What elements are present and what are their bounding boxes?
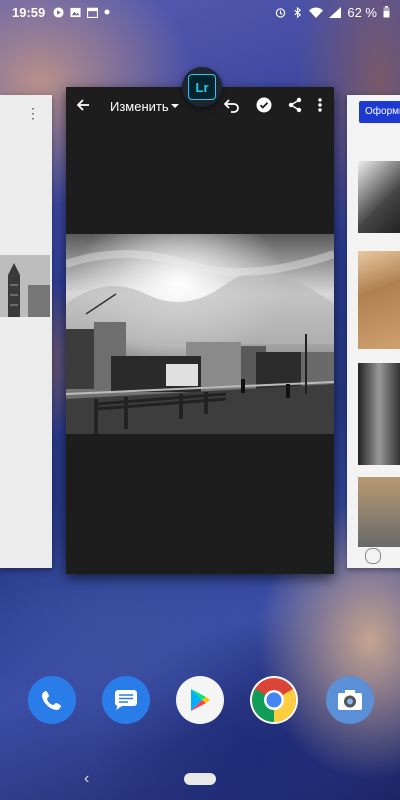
messages-app-icon[interactable] [102,676,150,724]
undo-icon[interactable] [224,97,240,113]
phone-handset-icon [42,691,61,710]
lightroom-app-icon[interactable]: Lr [182,67,222,107]
alarm-icon [276,7,286,18]
chrome-logo-icon [252,678,296,722]
signal-icon [329,6,342,18]
battery-percent: 62 % [347,4,377,20]
overflow-menu-icon[interactable]: ⋮ [26,105,40,122]
edited-photo [66,234,334,434]
bluetooth-icon [294,6,302,18]
recent-card-left[interactable]: ⋮ [0,95,52,568]
wifi-icon [309,7,324,18]
media-icon [53,6,64,18]
battery-icon [383,6,390,18]
status-bar: 19:59 62 % [0,0,400,24]
thumbnail-image [358,251,400,349]
thumbnail-image [358,161,400,233]
chat-bubble-icon [115,690,137,710]
chrome-app-icon[interactable] [250,676,298,724]
design-button[interactable]: Оформит [359,101,400,123]
camera-lens-icon [338,690,362,710]
play-store-app-icon[interactable] [176,676,224,724]
building-photo-thumb [0,255,50,317]
home-pill[interactable] [184,773,216,785]
play-triangle-icon [191,689,210,711]
status-time: 19:59 [12,4,46,20]
back-nav-icon[interactable]: ‹ [84,770,89,788]
calendar-icon [87,7,99,18]
lightroom-logo: Lr [188,74,216,100]
globe-icon [365,548,381,564]
thumbnail-image [358,363,400,465]
thumbnail-image [0,255,50,317]
edit-mode-title[interactable]: Изменить [110,99,169,114]
navigation-bar: ‹ [0,760,400,800]
dot-icon [104,9,110,15]
image-icon [70,7,81,17]
street-scene-bw-photo [66,234,334,434]
thumbnail-image [358,477,400,547]
app-dock [0,676,400,726]
checkmark-icon[interactable] [256,97,272,113]
phone-app-icon[interactable] [28,676,76,724]
recent-card-right[interactable]: Оформит [347,95,400,568]
dropdown-caret-icon[interactable] [170,98,180,112]
share-icon[interactable] [288,97,302,113]
recent-card-lightroom[interactable]: Изменить [66,87,334,574]
camera-app-icon[interactable] [326,676,374,724]
back-arrow-icon[interactable] [76,98,90,112]
overflow-menu-icon[interactable] [317,97,323,113]
